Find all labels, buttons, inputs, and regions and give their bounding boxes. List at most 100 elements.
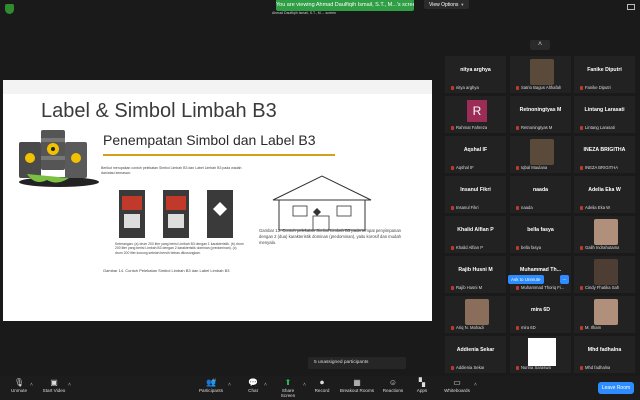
participant-label-text: Nurina Saraswa	[521, 365, 551, 370]
reactions-button[interactable]: ☺ Reactions	[380, 378, 406, 393]
participant-tile[interactable]: bella fasya bella fasya	[510, 216, 571, 253]
muted-mic-icon	[580, 285, 583, 290]
shield-icon[interactable]	[5, 4, 14, 14]
participant-tile[interactable]: naada naada	[510, 176, 571, 213]
slide-title: Label & Simbol Limbah B3	[41, 100, 277, 122]
apps-button[interactable]: ▚ Apps	[414, 378, 430, 393]
participant-tile[interactable]: Satrio Bagus Althafah	[510, 56, 571, 93]
participant-label-text: Satrio Bagus Althafah	[521, 85, 562, 90]
participant-label: Iqbal Maulana	[516, 165, 547, 170]
participants-caret-icon[interactable]: ˄	[228, 382, 231, 388]
participant-tile[interactable]: mira 6D mira 6D	[510, 296, 571, 333]
participant-tile[interactable]: Fanike Diputri Fanike Diputri	[574, 56, 635, 93]
share-screen-button[interactable]: ⬆ Share Screen	[274, 378, 302, 398]
participant-label: Rajib Husni M	[451, 285, 482, 290]
participant-label-text: Galih Indrahutama	[585, 245, 620, 250]
chevron-up-icon: ˄	[537, 41, 543, 48]
start-video-button[interactable]: ▣ Start Video	[40, 378, 68, 393]
participant-photo	[594, 259, 618, 285]
participant-label: Fanike Diputri	[580, 85, 611, 90]
chevron-down-icon: ▼	[460, 2, 465, 7]
participant-name: Mhd fadhalna	[587, 347, 622, 353]
toxic-barrels-illustration	[19, 130, 99, 187]
participant-label-text: mira 6D	[521, 325, 536, 330]
participant-tile[interactable]: Adelia Eka W Adelia Eka W	[574, 176, 635, 213]
view-options-button[interactable]: View Options ▼	[424, 0, 470, 9]
whiteboards-caret-icon[interactable]: ˄	[474, 382, 477, 388]
slide-subtitle: Penempatan Simbol dan Label B3	[103, 132, 316, 148]
participant-tile[interactable]: Retnoningtyas M Retnoningtyas M	[510, 96, 571, 133]
figure-caption-left: Gambar 14. Contoh Pelekatan Simbol Limba…	[103, 268, 230, 273]
participant-tile[interactable]: Galih Indrahutama	[574, 216, 635, 253]
restore-window-icon[interactable]	[627, 4, 635, 10]
participant-name: Insanul Fikri	[460, 187, 491, 193]
participant-tile[interactable]: Lintang Larasati Lintang Larasati	[574, 96, 635, 133]
figure-caption-right: Gambar 13. Contoh pelekatan Simbol Limba…	[259, 228, 401, 245]
share-caret-icon[interactable]: ˄	[303, 382, 306, 388]
unmute-caret-icon[interactable]: ˄	[30, 382, 33, 388]
whiteboards-button[interactable]: ▭ Whiteboards	[442, 378, 472, 393]
participant-label-text: Retnoningtyas M	[521, 125, 553, 130]
participant-tile[interactable]: M. Ilham	[574, 296, 635, 333]
storage-building-figure	[272, 175, 372, 231]
ask-to-unmute-button[interactable]: Ask to Unmute	[508, 275, 544, 284]
participant-tile[interactable]: Mhd fadhalna Mhd fadhalna	[574, 336, 635, 373]
share-screen-label: Share Screen	[280, 388, 296, 398]
participant-label: Retnoningtyas M	[516, 125, 552, 130]
participant-tile[interactable]: Nurina Saraswa	[510, 336, 571, 373]
participant-label: Satrio Bagus Althafah	[516, 85, 561, 90]
breakout-rooms-button[interactable]: ▦ Breakout Rooms	[338, 378, 376, 393]
participant-tile[interactable]: Ariq N. Mahadi	[445, 296, 506, 333]
meeting-toolbar: 🎙 Unmute ˄ ▣ Start Video ˄ 👥 44 Participants…	[0, 376, 640, 400]
participant-label-text: Fanike Diputri	[585, 85, 611, 90]
participant-label: M. Ilham	[580, 325, 601, 330]
view-options-label: View Options	[429, 2, 459, 8]
participant-tile[interactable]: Cindy Fhatika Sah	[574, 256, 635, 293]
chat-caret-icon[interactable]: ˄	[264, 382, 267, 388]
muted-mic-icon	[451, 365, 454, 370]
participant-name: INEZA BRIGITHA	[583, 147, 626, 153]
whiteboards-label: Whiteboards	[444, 388, 470, 393]
apps-label: Apps	[416, 388, 428, 393]
participant-count: 44	[212, 378, 216, 382]
unassigned-participants-notice[interactable]: 5 unassigned participants	[308, 357, 406, 369]
participant-tile[interactable]: nitya arghya nitya arghya	[445, 56, 506, 93]
participant-label: INEZA BRIGITHA	[580, 165, 618, 170]
participant-label-text: INEZA BRIGITHA	[585, 165, 619, 170]
participant-label: Cindy Fhatika Sah	[580, 285, 619, 290]
video-caret-icon[interactable]: ˄	[68, 382, 71, 388]
chat-button[interactable]: 💬 Chat	[244, 378, 262, 393]
participant-tile[interactable]: Insanul Fikri Insanul Fikri	[445, 176, 506, 213]
participant-photo	[594, 299, 618, 325]
scroll-up-button[interactable]: ˄	[530, 40, 550, 50]
muted-mic-icon	[451, 205, 454, 210]
participant-name: nitya arghya	[460, 67, 491, 73]
participant-tile[interactable]: Addienia Sekar Addienia Sekar	[445, 336, 506, 373]
participant-tile[interactable]: Iqbal Maulana	[510, 136, 571, 173]
participant-name: Adelia Eka W	[588, 187, 621, 193]
participant-tile[interactable]: R Rahmat Fahreza	[445, 96, 506, 133]
participant-tile[interactable]: Rajib Husni M Rajib Husni M	[445, 256, 506, 293]
participant-tile[interactable]: Khalid Alfian P Khalid Alfian P	[445, 216, 506, 253]
record-button[interactable]: ⏺ Record	[312, 378, 332, 393]
participant-name: Khalid Alfian P	[457, 227, 494, 233]
muted-mic-icon	[580, 325, 583, 330]
participant-name: Retnoningtyas M	[519, 107, 562, 113]
participant-label-text: Addienia Sekar	[456, 365, 485, 370]
participant-name: mira 6D	[530, 307, 551, 313]
participants-button[interactable]: 👥 44 Participants	[196, 378, 226, 393]
leave-room-button[interactable]: Leave Room	[598, 382, 634, 394]
more-options-button[interactable]: ...	[560, 275, 569, 284]
avatar: R	[467, 100, 487, 122]
start-video-label: Start Video	[42, 388, 66, 393]
shared-screen: Label & Simbol Limbah B3 Penempatan Simb…	[3, 80, 432, 321]
unmute-button[interactable]: 🎙 Unmute	[8, 378, 30, 393]
participant-tile[interactable]: INEZA BRIGITHA INEZA BRIGITHA	[574, 136, 635, 173]
document-intro-text: Berikut merupakan contoh pelekatan Simbo…	[101, 166, 242, 175]
muted-mic-icon	[580, 85, 583, 90]
participant-tile[interactable]: Aqshal IF Aqshal IF	[445, 136, 506, 173]
participant-label-text: Mhd fadhalna	[585, 365, 611, 370]
slide-header-strip	[3, 80, 432, 94]
participant-label-text: nitya arghya	[456, 85, 479, 90]
muted-mic-icon	[451, 325, 454, 330]
